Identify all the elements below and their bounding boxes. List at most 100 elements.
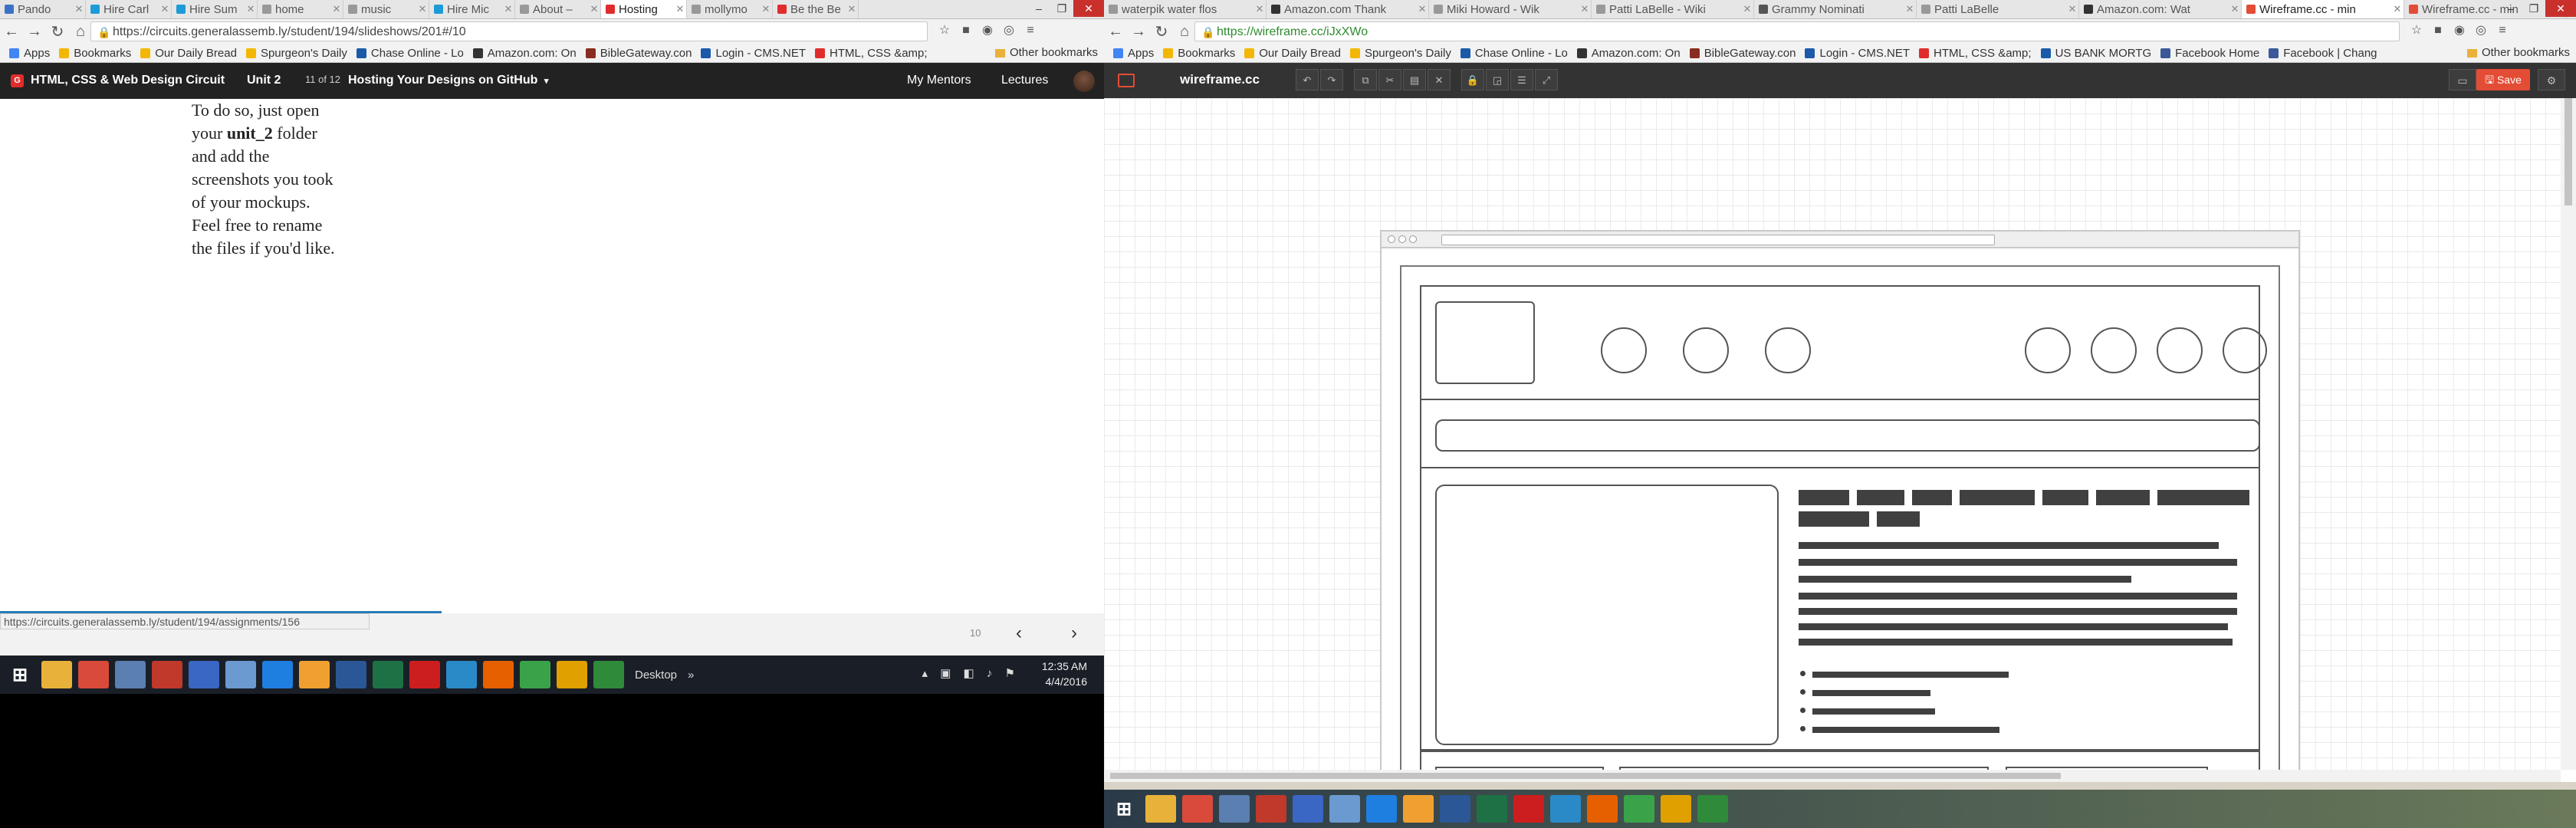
prev-slide-icon[interactable]: ‹ xyxy=(1016,623,1022,644)
bookmark-item[interactable]: Amazon.com: On xyxy=(1576,47,1681,60)
browser-tab[interactable]: Hosting ✕ xyxy=(601,0,687,18)
keepass-icon[interactable] xyxy=(1661,795,1691,823)
cut-icon[interactable]: ✂ xyxy=(1378,69,1401,90)
browser-tab[interactable]: Hire Carl ✕ xyxy=(86,0,172,18)
browser-tab[interactable]: Hire Mic ✕ xyxy=(429,0,515,18)
bookmark-item[interactable]: Spurgeon's Daily xyxy=(1349,47,1451,60)
bookmark-item[interactable]: Our Daily Bread xyxy=(140,47,237,60)
list-item-line[interactable] xyxy=(1812,690,1930,696)
bookmark-item[interactable]: Bookmarks xyxy=(59,47,131,60)
quicken-icon[interactable] xyxy=(152,661,182,688)
tab-close-icon[interactable]: ✕ xyxy=(2229,3,2241,15)
browser-tab[interactable]: Pando ✕ xyxy=(0,0,86,18)
nav-circle[interactable] xyxy=(2025,327,2071,373)
nav-circle[interactable] xyxy=(1683,327,1729,373)
bookmark-item[interactable]: HTML, CSS &amp; xyxy=(1919,47,2032,60)
keepass-icon[interactable] xyxy=(557,661,587,688)
excel-icon[interactable] xyxy=(1477,795,1507,823)
lock-icon[interactable]: 🔒 xyxy=(1461,69,1484,90)
extension-icon[interactable]: ◉ xyxy=(2450,21,2469,40)
bookmark-item[interactable]: Our Daily Bread xyxy=(1244,47,1341,60)
unit-label[interactable]: Unit 2 xyxy=(247,74,281,87)
undo-icon[interactable]: ↶ xyxy=(1296,69,1319,90)
share-icon[interactable]: ⚙ xyxy=(2538,69,2565,90)
bookmark-item[interactable]: Bookmarks xyxy=(1163,47,1235,60)
my-mentors-link[interactable]: My Mentors xyxy=(907,74,971,87)
heading-word-block[interactable] xyxy=(2157,490,2249,505)
quicken-icon[interactable] xyxy=(1256,795,1286,823)
browser-tab[interactable]: Amazon.com Thank ✕ xyxy=(1267,0,1429,18)
extension-icon[interactable]: ◉ xyxy=(978,21,997,40)
extension-icon[interactable]: ◎ xyxy=(2472,21,2490,40)
bookmark-item[interactable]: Apps xyxy=(1113,47,1154,60)
paste-icon[interactable]: ▤ xyxy=(1403,69,1426,90)
kodi-icon[interactable] xyxy=(1550,795,1581,823)
heading-word-block[interactable] xyxy=(1857,490,1904,505)
bookmark-item[interactable]: Chase Online - Lo xyxy=(356,47,464,60)
reload-icon[interactable]: ↻ xyxy=(1150,22,1173,41)
tab-close-icon[interactable]: ✕ xyxy=(674,3,686,15)
calculator-icon[interactable] xyxy=(115,661,146,688)
browser-tab[interactable]: Wireframe.cc - min ✕ xyxy=(2242,0,2404,18)
bring-front-icon[interactable]: ◲ xyxy=(1486,69,1509,90)
word-icon[interactable] xyxy=(336,661,366,688)
paragraph-line[interactable] xyxy=(1799,639,2233,646)
list-item-line[interactable] xyxy=(1812,672,2009,678)
dropbox-icon[interactable] xyxy=(1366,795,1397,823)
redo-icon[interactable]: ↷ xyxy=(1320,69,1343,90)
folder-icon[interactable] xyxy=(41,661,72,688)
bookmark-item[interactable]: Chase Online - Lo xyxy=(1460,47,1568,60)
nav-circle[interactable] xyxy=(2223,327,2267,373)
firefox-icon[interactable] xyxy=(483,661,514,688)
app-icon[interactable] xyxy=(189,661,219,688)
save-button[interactable]: 🖫 Save xyxy=(2476,69,2530,90)
browser-tab[interactable]: Amazon.com: Wat ✕ xyxy=(2079,0,2242,18)
media-icon[interactable] xyxy=(1403,795,1434,823)
heading-word-block[interactable] xyxy=(1799,490,1849,505)
browser-tab[interactable]: Be the Be ✕ xyxy=(773,0,859,18)
stencil-icon[interactable] xyxy=(1118,74,1135,87)
back-icon[interactable]: ← xyxy=(0,23,23,41)
close-icon[interactable]: ✕ xyxy=(1073,0,1104,17)
address-bar[interactable]: 🔒 https://circuits.generalassemb.ly/stud… xyxy=(90,21,928,41)
browser-tab[interactable]: About – ✕ xyxy=(515,0,601,18)
heading-word-block[interactable] xyxy=(1799,511,1869,527)
browser-tab[interactable]: Patti LaBelle ✕ xyxy=(1917,0,2079,18)
extension-icon[interactable]: ■ xyxy=(2429,21,2447,40)
paragraph-line[interactable] xyxy=(1799,542,2219,549)
app-icon[interactable] xyxy=(1293,795,1323,823)
evernote-icon[interactable] xyxy=(1624,795,1654,823)
maximize-icon[interactable]: ❐ xyxy=(1050,0,1073,17)
tab-close-icon[interactable]: ✕ xyxy=(846,3,858,15)
browser-tab[interactable]: waterpik water flos ✕ xyxy=(1104,0,1267,18)
bookmark-item[interactable]: Amazon.com: On xyxy=(472,47,577,60)
comment-icon[interactable]: ▭ xyxy=(2449,69,2476,90)
extension-icon[interactable]: ◎ xyxy=(1000,21,1018,40)
nav-circle[interactable] xyxy=(2091,327,2137,373)
heading-word-block[interactable] xyxy=(1912,490,1952,505)
scroll-thumb[interactable] xyxy=(1110,773,2061,779)
bookmark-item[interactable]: Apps xyxy=(9,47,50,60)
other-bookmarks[interactable]: Other bookmarks xyxy=(2466,44,2570,62)
heading-word-block[interactable] xyxy=(2096,490,2150,505)
browser-tab[interactable]: Patti LaBelle - Wiki ✕ xyxy=(1592,0,1754,18)
other-bookmarks[interactable]: Other bookmarks xyxy=(994,44,1098,62)
next-slide-icon[interactable]: › xyxy=(1071,623,1077,644)
align-icon[interactable]: ☰ xyxy=(1510,69,1533,90)
tab-close-icon[interactable]: ✕ xyxy=(159,3,171,15)
desktop-toolbar[interactable]: Desktop xyxy=(635,669,677,682)
app-name[interactable]: wireframe.cc xyxy=(1180,72,1260,87)
chrome-icon[interactable] xyxy=(1182,795,1213,823)
browser-tab[interactable]: music ✕ xyxy=(343,0,429,18)
dropbox-icon[interactable] xyxy=(262,661,293,688)
copy-icon[interactable]: ⧉ xyxy=(1354,69,1377,90)
browser-stencil[interactable] xyxy=(1380,230,2300,782)
evernote2-icon[interactable] xyxy=(593,661,624,688)
tab-close-icon[interactable]: ✕ xyxy=(2391,3,2404,15)
star-icon[interactable]: ☆ xyxy=(935,21,954,40)
back-icon[interactable]: ← xyxy=(1104,23,1127,41)
bookmark-item[interactable]: Spurgeon's Daily xyxy=(245,47,347,60)
list-item-line[interactable] xyxy=(1812,708,1935,715)
resize-icon[interactable]: ⤢ xyxy=(1535,69,1558,90)
tab-close-icon[interactable]: ✕ xyxy=(73,3,85,15)
